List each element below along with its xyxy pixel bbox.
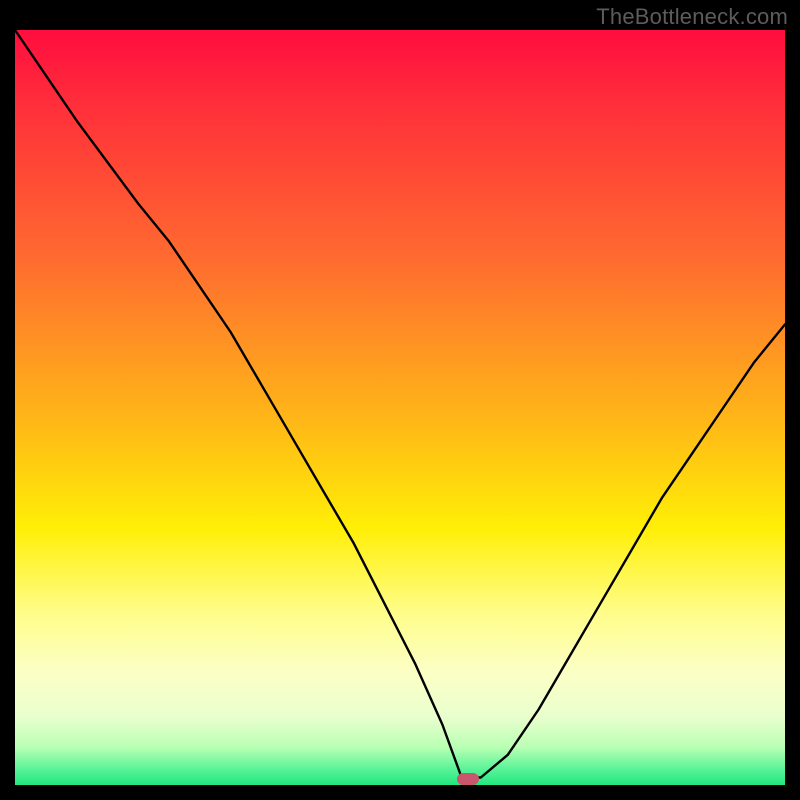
plot-area [15, 30, 785, 785]
optimal-marker [457, 773, 479, 785]
watermark-text: TheBottleneck.com [596, 4, 788, 30]
chart-frame: TheBottleneck.com [0, 0, 800, 800]
bottleneck-curve [15, 30, 785, 785]
